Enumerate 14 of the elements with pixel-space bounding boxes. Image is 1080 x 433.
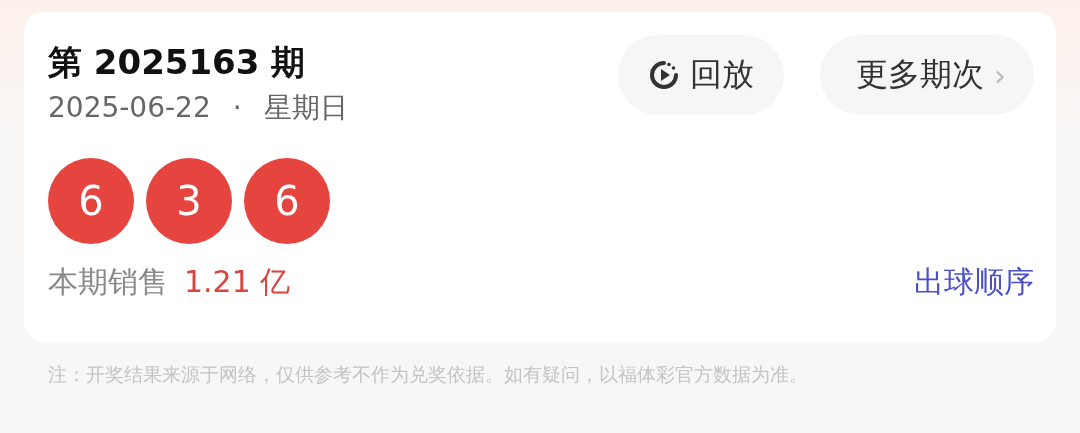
chevron-icon: ›: [994, 57, 1006, 93]
more-draws-button[interactable]: 更多期次 ›: [820, 35, 1034, 115]
replay-icon: [648, 59, 680, 91]
draw-title: 第 2025163 期: [48, 41, 307, 84]
draw-date: 2025-06-22: [48, 90, 211, 126]
replay-button[interactable]: 回放: [618, 35, 784, 115]
number-ball: 6: [244, 158, 330, 244]
separator: ·: [232, 90, 242, 126]
weekday: 星期日: [263, 90, 348, 126]
sales-amount: 1.21 亿: [184, 263, 291, 301]
sales-label: 本期销售: [48, 263, 168, 301]
number-ball: 3: [146, 158, 232, 244]
number-ball: 6: [48, 158, 134, 244]
ball-order-link[interactable]: 出球顺序: [914, 262, 1034, 303]
